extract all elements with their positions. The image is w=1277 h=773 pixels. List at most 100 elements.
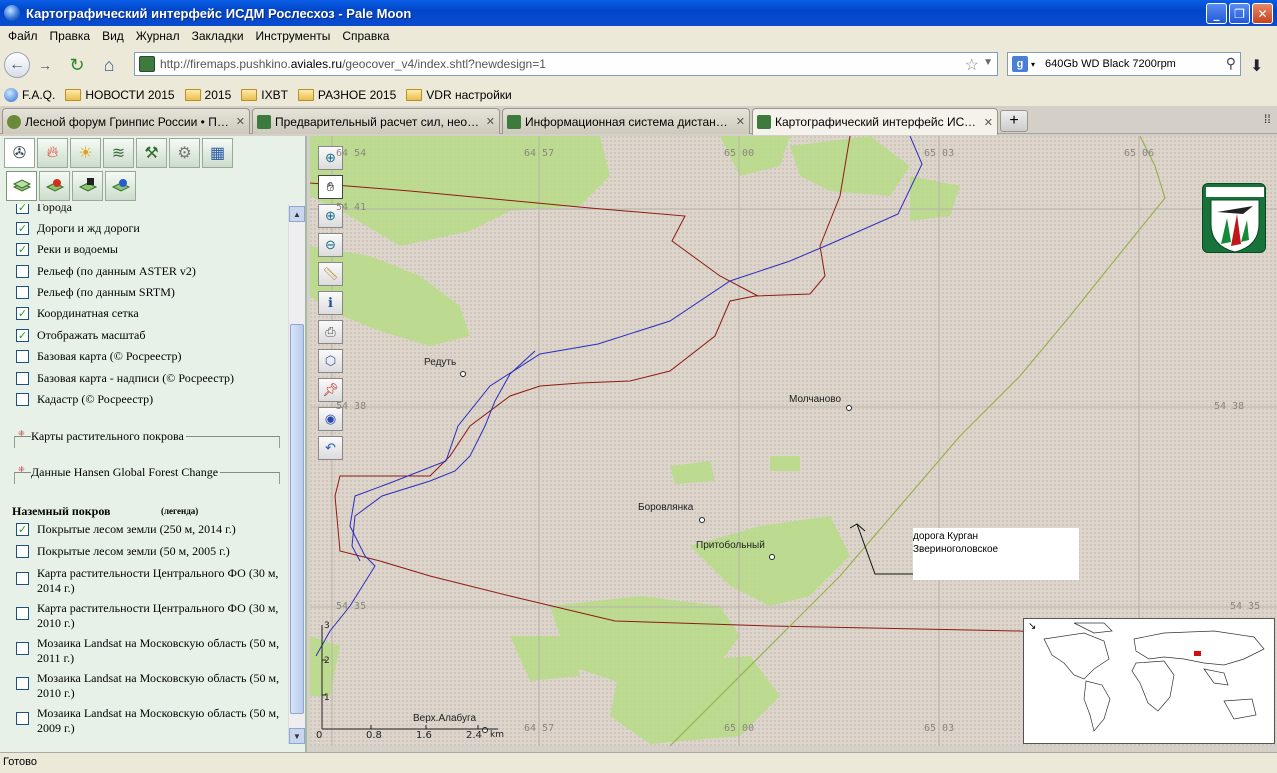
search-bar[interactable]: g ▾ 640Gb WD Black 7200rpm ⚲ bbox=[1007, 52, 1241, 76]
layer-item[interactable]: ✓ Дороги и жд дороги bbox=[16, 221, 284, 236]
search-engine-dropdown-icon[interactable]: ▾ bbox=[1031, 60, 1035, 69]
bookmark-folder-ixbt[interactable]: IXBT bbox=[241, 88, 288, 102]
tab-close-icon[interactable]: ✕ bbox=[236, 115, 245, 128]
menu-help[interactable]: Справка bbox=[336, 29, 395, 43]
sidebar-scrollbar[interactable]: ▲ ▼ bbox=[288, 204, 305, 744]
tab-close-icon[interactable]: ✕ bbox=[984, 116, 993, 129]
tab-info-system[interactable]: Информационная система дистанцион... ✕ bbox=[502, 108, 750, 134]
bookmark-faq[interactable]: F.A.Q. bbox=[4, 88, 55, 102]
layer-item[interactable]: ✓ Реки и водоемы bbox=[16, 242, 284, 257]
bookmark-folder-vdr[interactable]: VDR настройки bbox=[406, 88, 512, 102]
home-button[interactable]: ⌂ bbox=[96, 52, 122, 78]
url-bar[interactable]: http://firemaps.pushkino.aviales.ru/geoc… bbox=[134, 52, 998, 76]
layer-item[interactable]: Рельеф (по данным SRTM) bbox=[16, 285, 284, 300]
landcover-item[interactable]: Карта растительности Центрального ФО (30… bbox=[16, 566, 284, 596]
checkbox[interactable] bbox=[16, 642, 29, 655]
layer-item[interactable]: ✓ Координатная сетка bbox=[16, 306, 284, 321]
collapse-overview-icon[interactable]: ↘ bbox=[1028, 621, 1036, 632]
maximize-button[interactable]: ❐ bbox=[1229, 3, 1250, 24]
polygon-tool[interactable]: ⬡ bbox=[318, 349, 343, 373]
search-icon[interactable]: ⚲ bbox=[1226, 55, 1236, 72]
tab-close-icon[interactable]: ✕ bbox=[736, 115, 745, 128]
search-input[interactable]: 640Gb WD Black 7200rpm bbox=[1045, 58, 1176, 70]
menu-view[interactable]: Вид bbox=[96, 29, 130, 43]
tab-list-icon[interactable]: ⁞⁞ bbox=[1264, 112, 1271, 126]
checkbox[interactable]: ✓ bbox=[16, 523, 29, 536]
menu-edit[interactable]: Правка bbox=[44, 29, 97, 43]
base-layers-subtab[interactable] bbox=[6, 171, 37, 201]
scroll-up-icon[interactable]: ▲ bbox=[289, 206, 305, 222]
pan-tool[interactable]: ✋︎ bbox=[318, 175, 343, 199]
back-button[interactable]: ← bbox=[4, 52, 30, 78]
checkbox[interactable] bbox=[16, 545, 29, 558]
thematic-layers-subtab[interactable] bbox=[39, 171, 70, 201]
bookmark-folder-2015[interactable]: 2015 bbox=[184, 88, 231, 102]
info-tool[interactable]: ℹ bbox=[318, 291, 343, 315]
checkbox[interactable] bbox=[16, 393, 29, 406]
satellite-tool-tab[interactable]: ✇ bbox=[4, 138, 35, 168]
layer-item[interactable]: ✓ Отображать масштаб bbox=[16, 328, 284, 343]
undo-tool[interactable]: ↶ bbox=[318, 436, 343, 460]
download-icon[interactable]: ⬇ bbox=[1250, 56, 1263, 76]
checkbox[interactable] bbox=[16, 712, 29, 725]
layer-item[interactable]: Базовая карта (© Росреестр) bbox=[16, 349, 284, 364]
checkbox[interactable]: ✓ bbox=[16, 204, 29, 214]
layers-tool-tab[interactable]: ≋ bbox=[103, 138, 134, 168]
print-tool[interactable]: ⎙ bbox=[318, 320, 343, 344]
checkbox[interactable] bbox=[16, 572, 29, 585]
google-icon[interactable]: g bbox=[1012, 56, 1028, 72]
checkbox[interactable]: ✓ bbox=[16, 222, 29, 235]
fire-tool-tab[interactable]: 🔥︎ bbox=[37, 138, 68, 168]
reload-button[interactable]: ↻ bbox=[64, 52, 90, 78]
measure-tool[interactable]: 📏︎ bbox=[318, 262, 343, 286]
forward-button[interactable]: → bbox=[32, 52, 58, 78]
checkbox[interactable] bbox=[16, 607, 29, 620]
scrollbar-thumb[interactable] bbox=[290, 324, 304, 714]
legend-link[interactable]: (легенда) bbox=[161, 506, 198, 516]
close-button[interactable]: ✕ bbox=[1252, 3, 1273, 24]
tab-map-interface[interactable]: Картографический интерфейс ИСДМ Р... ✕ bbox=[752, 108, 998, 135]
landcover-item[interactable]: ✓ Покрытые лесом земли (250 м, 2014 г.) bbox=[16, 522, 284, 537]
checkbox[interactable]: ✓ bbox=[16, 329, 29, 342]
expand-icon[interactable]: ⁜ bbox=[18, 429, 25, 438]
table-tool-tab[interactable]: ▦ bbox=[202, 138, 233, 168]
checkbox[interactable] bbox=[16, 350, 29, 363]
global-layers-subtab[interactable] bbox=[105, 171, 136, 201]
tools-tool-tab[interactable]: ⚒ bbox=[136, 138, 167, 168]
checkbox[interactable] bbox=[16, 286, 29, 299]
checkbox[interactable]: ✓ bbox=[16, 243, 29, 256]
layer-item[interactable]: Кадастр (© Росреестр) bbox=[16, 392, 284, 407]
tab-close-icon[interactable]: ✕ bbox=[486, 115, 495, 128]
pin-tool[interactable]: 📌︎ bbox=[318, 378, 343, 402]
menu-tools[interactable]: Инструменты bbox=[250, 29, 337, 43]
minimize-button[interactable]: _ bbox=[1206, 3, 1227, 24]
tab-force-calculation[interactable]: Предварительный расчет сил, необхо... ✕ bbox=[252, 108, 500, 134]
overview-map[interactable]: ↘ bbox=[1023, 618, 1275, 744]
map-canvas[interactable]: ⊕ ✋︎ ⊕ ⊖ 📏︎ ℹ ⎙ ⬡ 📌︎ ◉ ↶ 64 54 64 57 65 … bbox=[310, 136, 1277, 746]
checkbox[interactable] bbox=[16, 265, 29, 278]
scroll-down-icon[interactable]: ▼ bbox=[289, 728, 305, 744]
landcover-item[interactable]: Покрытые лесом земли (50 м, 2005 г.) bbox=[16, 544, 284, 559]
bookmark-star-icon[interactable]: ☆ bbox=[965, 55, 979, 75]
zoom-out-tool[interactable]: ⊖ bbox=[318, 233, 343, 257]
checkbox[interactable] bbox=[16, 372, 29, 385]
menu-file[interactable]: Файл bbox=[2, 29, 44, 43]
objects-layers-subtab[interactable] bbox=[72, 171, 103, 201]
landcover-item[interactable]: Мозаика Landsat на Московскую область (5… bbox=[16, 671, 284, 701]
bookmark-folder-news[interactable]: НОВОСТИ 2015 bbox=[65, 88, 175, 102]
road-annotation[interactable]: дорога Курган Звериноголовское bbox=[913, 528, 1079, 580]
layer-cities[interactable]: ✓ Города bbox=[16, 204, 284, 215]
landcover-item[interactable]: Мозаика Landsat на Московскую область (5… bbox=[16, 636, 284, 666]
menu-history[interactable]: Журнал bbox=[130, 29, 186, 43]
layer-item[interactable]: Рельеф (по данным ASTER v2) bbox=[16, 264, 284, 279]
expand-icon[interactable]: ⁜ bbox=[18, 465, 25, 474]
landcover-item[interactable]: Мозаика Landsat на Московскую область (5… bbox=[16, 706, 284, 736]
tab-greenpeace-forum[interactable]: Лесной форум Гринпис России • Просм... ✕ bbox=[2, 108, 250, 134]
bookmark-folder-misc[interactable]: РАЗНОЕ 2015 bbox=[297, 88, 396, 102]
settings-tool-tab[interactable]: ⚙ bbox=[169, 138, 200, 168]
url-dropdown-icon[interactable]: ▼ bbox=[983, 57, 993, 68]
weather-tool-tab[interactable]: ☀ bbox=[70, 138, 101, 168]
menu-bookmarks[interactable]: Закладки bbox=[186, 29, 250, 43]
new-tab-button[interactable]: + bbox=[1000, 110, 1028, 132]
landcover-item[interactable]: Карта растительности Центрального ФО (30… bbox=[16, 601, 284, 631]
